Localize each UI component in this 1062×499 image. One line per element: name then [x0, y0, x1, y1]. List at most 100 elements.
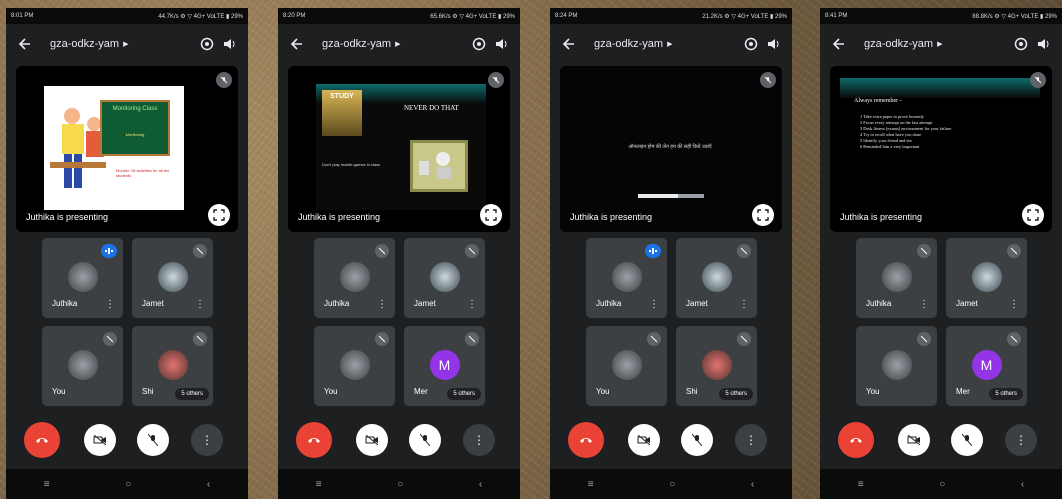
- presentation-view[interactable]: ऑनलाइन होम की जेन हम की सही किये उठाएँ J…: [560, 66, 782, 232]
- participant-tile[interactable]: Juthika ⋮: [42, 238, 123, 318]
- recent-apps-icon[interactable]: ≡: [316, 479, 322, 490]
- mic-off-button[interactable]: [137, 424, 169, 456]
- back-arrow-icon[interactable]: [14, 33, 36, 55]
- fullscreen-icon[interactable]: [208, 204, 230, 226]
- mic-off-button[interactable]: [409, 424, 441, 456]
- switch-camera-icon[interactable]: [196, 33, 218, 55]
- participant-tile[interactable]: Juthika ⋮: [314, 238, 395, 318]
- status-time: 8:41 PM: [825, 13, 848, 19]
- end-call-button[interactable]: [24, 422, 60, 458]
- camera-off-button[interactable]: [628, 424, 660, 456]
- meeting-code[interactable]: gza-odkz-yam ▶: [594, 38, 740, 50]
- call-controls: ⋮: [550, 422, 792, 460]
- more-vert-icon[interactable]: ⋮: [467, 299, 477, 310]
- more-vert-icon[interactable]: ⋮: [195, 299, 205, 310]
- recent-apps-icon[interactable]: ≡: [588, 479, 594, 490]
- mic-off-button[interactable]: [951, 424, 983, 456]
- speaker-icon[interactable]: [762, 33, 784, 55]
- avatar: [339, 262, 370, 292]
- more-vert-icon[interactable]: ⋮: [919, 299, 929, 310]
- participant-tile[interactable]: M Mer 5 others: [404, 326, 485, 406]
- more-options-button[interactable]: ⋮: [1005, 424, 1037, 456]
- avatar: [881, 350, 912, 380]
- participant-tile[interactable]: You: [586, 326, 667, 406]
- recent-apps-icon[interactable]: ≡: [44, 479, 50, 490]
- participant-tile[interactable]: Shi 5 others: [132, 326, 213, 406]
- fullscreen-icon[interactable]: [1022, 204, 1044, 226]
- meeting-code[interactable]: gza-odkz-yam ▶: [322, 38, 468, 50]
- presenter-label: Juthika is presenting: [840, 212, 923, 222]
- others-count[interactable]: 5 others: [989, 388, 1023, 400]
- presenter-label: Juthika is presenting: [570, 212, 653, 222]
- more-vert-icon[interactable]: ⋮: [105, 299, 115, 310]
- back-icon[interactable]: ‹: [1021, 479, 1024, 490]
- back-icon[interactable]: ‹: [479, 479, 482, 490]
- home-icon[interactable]: ○: [939, 479, 945, 490]
- speaker-icon[interactable]: [218, 33, 240, 55]
- mic-off-icon: [760, 72, 776, 88]
- avatar: [67, 350, 98, 380]
- participant-tile[interactable]: You: [314, 326, 395, 406]
- recent-apps-icon[interactable]: ≡: [858, 479, 864, 490]
- study-image: STUDY: [322, 90, 362, 136]
- video-progress-bar[interactable]: [638, 194, 704, 198]
- switch-camera-icon[interactable]: [1010, 33, 1032, 55]
- home-icon[interactable]: ○: [125, 479, 131, 490]
- others-count[interactable]: 5 others: [719, 388, 753, 400]
- end-call-button[interactable]: [838, 422, 874, 458]
- more-vert-icon[interactable]: ⋮: [739, 299, 749, 310]
- participant-tile[interactable]: Jamet ⋮: [676, 238, 757, 318]
- participant-tile[interactable]: You: [42, 326, 123, 406]
- presentation-view[interactable]: Always remember - 1 Take extra paper to …: [830, 66, 1052, 232]
- camera-off-button[interactable]: [356, 424, 388, 456]
- more-vert-icon[interactable]: ⋮: [377, 299, 387, 310]
- presenter-label: Juthika is presenting: [298, 212, 381, 222]
- home-icon[interactable]: ○: [397, 479, 403, 490]
- presentation-view[interactable]: STUDY NEVER DO THAT Don't play mobile ga…: [288, 66, 510, 232]
- switch-camera-icon[interactable]: [468, 33, 490, 55]
- status-bar: 8:01 PM 44.7K/s ⚙ ▽ 4G+ VoLTE ▮ 29%: [6, 8, 248, 24]
- phone-screenshot-3: 8:24 PM 21.2K/s ⚙ ▽ 4G+ VoLTE ▮ 29% gza-…: [550, 8, 792, 499]
- speaker-icon[interactable]: [1032, 33, 1054, 55]
- participant-name: Juthika: [52, 299, 78, 308]
- others-count[interactable]: 5 others: [175, 388, 209, 400]
- fullscreen-icon[interactable]: [752, 204, 774, 226]
- caret-right-icon: ▶: [937, 41, 943, 48]
- back-icon[interactable]: ‹: [751, 479, 754, 490]
- avatar: [611, 262, 642, 292]
- camera-off-button[interactable]: [898, 424, 930, 456]
- end-call-button[interactable]: [296, 422, 332, 458]
- speaker-icon[interactable]: [490, 33, 512, 55]
- switch-camera-icon[interactable]: [740, 33, 762, 55]
- more-vert-icon[interactable]: ⋮: [649, 299, 659, 310]
- back-arrow-icon[interactable]: [558, 33, 580, 55]
- mic-off-icon: [917, 244, 931, 258]
- participant-tile[interactable]: Jamet ⋮: [132, 238, 213, 318]
- participant-tile[interactable]: Juthika ⋮: [856, 238, 937, 318]
- participant-tile[interactable]: Jamet ⋮: [404, 238, 485, 318]
- participant-tile[interactable]: Shi 5 others: [676, 326, 757, 406]
- back-arrow-icon[interactable]: [828, 33, 850, 55]
- meeting-code[interactable]: gza-odkz-yam ▶: [50, 38, 196, 50]
- more-options-button[interactable]: ⋮: [735, 424, 767, 456]
- participant-tile[interactable]: M Mer 5 others: [946, 326, 1027, 406]
- others-count[interactable]: 5 others: [447, 388, 481, 400]
- mic-off-button[interactable]: [681, 424, 713, 456]
- more-vert-icon[interactable]: ⋮: [1009, 299, 1019, 310]
- more-options-button[interactable]: ⋮: [191, 424, 223, 456]
- fullscreen-icon[interactable]: [480, 204, 502, 226]
- slide-heading: NEVER DO THAT: [404, 104, 459, 112]
- meeting-code[interactable]: gza-odkz-yam ▶: [864, 38, 1010, 50]
- participant-tile[interactable]: You: [856, 326, 937, 406]
- home-icon[interactable]: ○: [669, 479, 675, 490]
- presentation-view[interactable]: Monitoring Class Monitoring Monitor Oll …: [16, 66, 238, 232]
- more-options-button[interactable]: ⋮: [463, 424, 495, 456]
- back-icon[interactable]: ‹: [207, 479, 210, 490]
- mic-off-icon: [1007, 332, 1021, 346]
- participant-tile[interactable]: Jamet ⋮: [946, 238, 1027, 318]
- participant-tile[interactable]: Juthika ⋮: [586, 238, 667, 318]
- camera-off-button[interactable]: [84, 424, 116, 456]
- back-arrow-icon[interactable]: [286, 33, 308, 55]
- end-call-button[interactable]: [568, 422, 604, 458]
- status-time: 8:24 PM: [555, 13, 578, 19]
